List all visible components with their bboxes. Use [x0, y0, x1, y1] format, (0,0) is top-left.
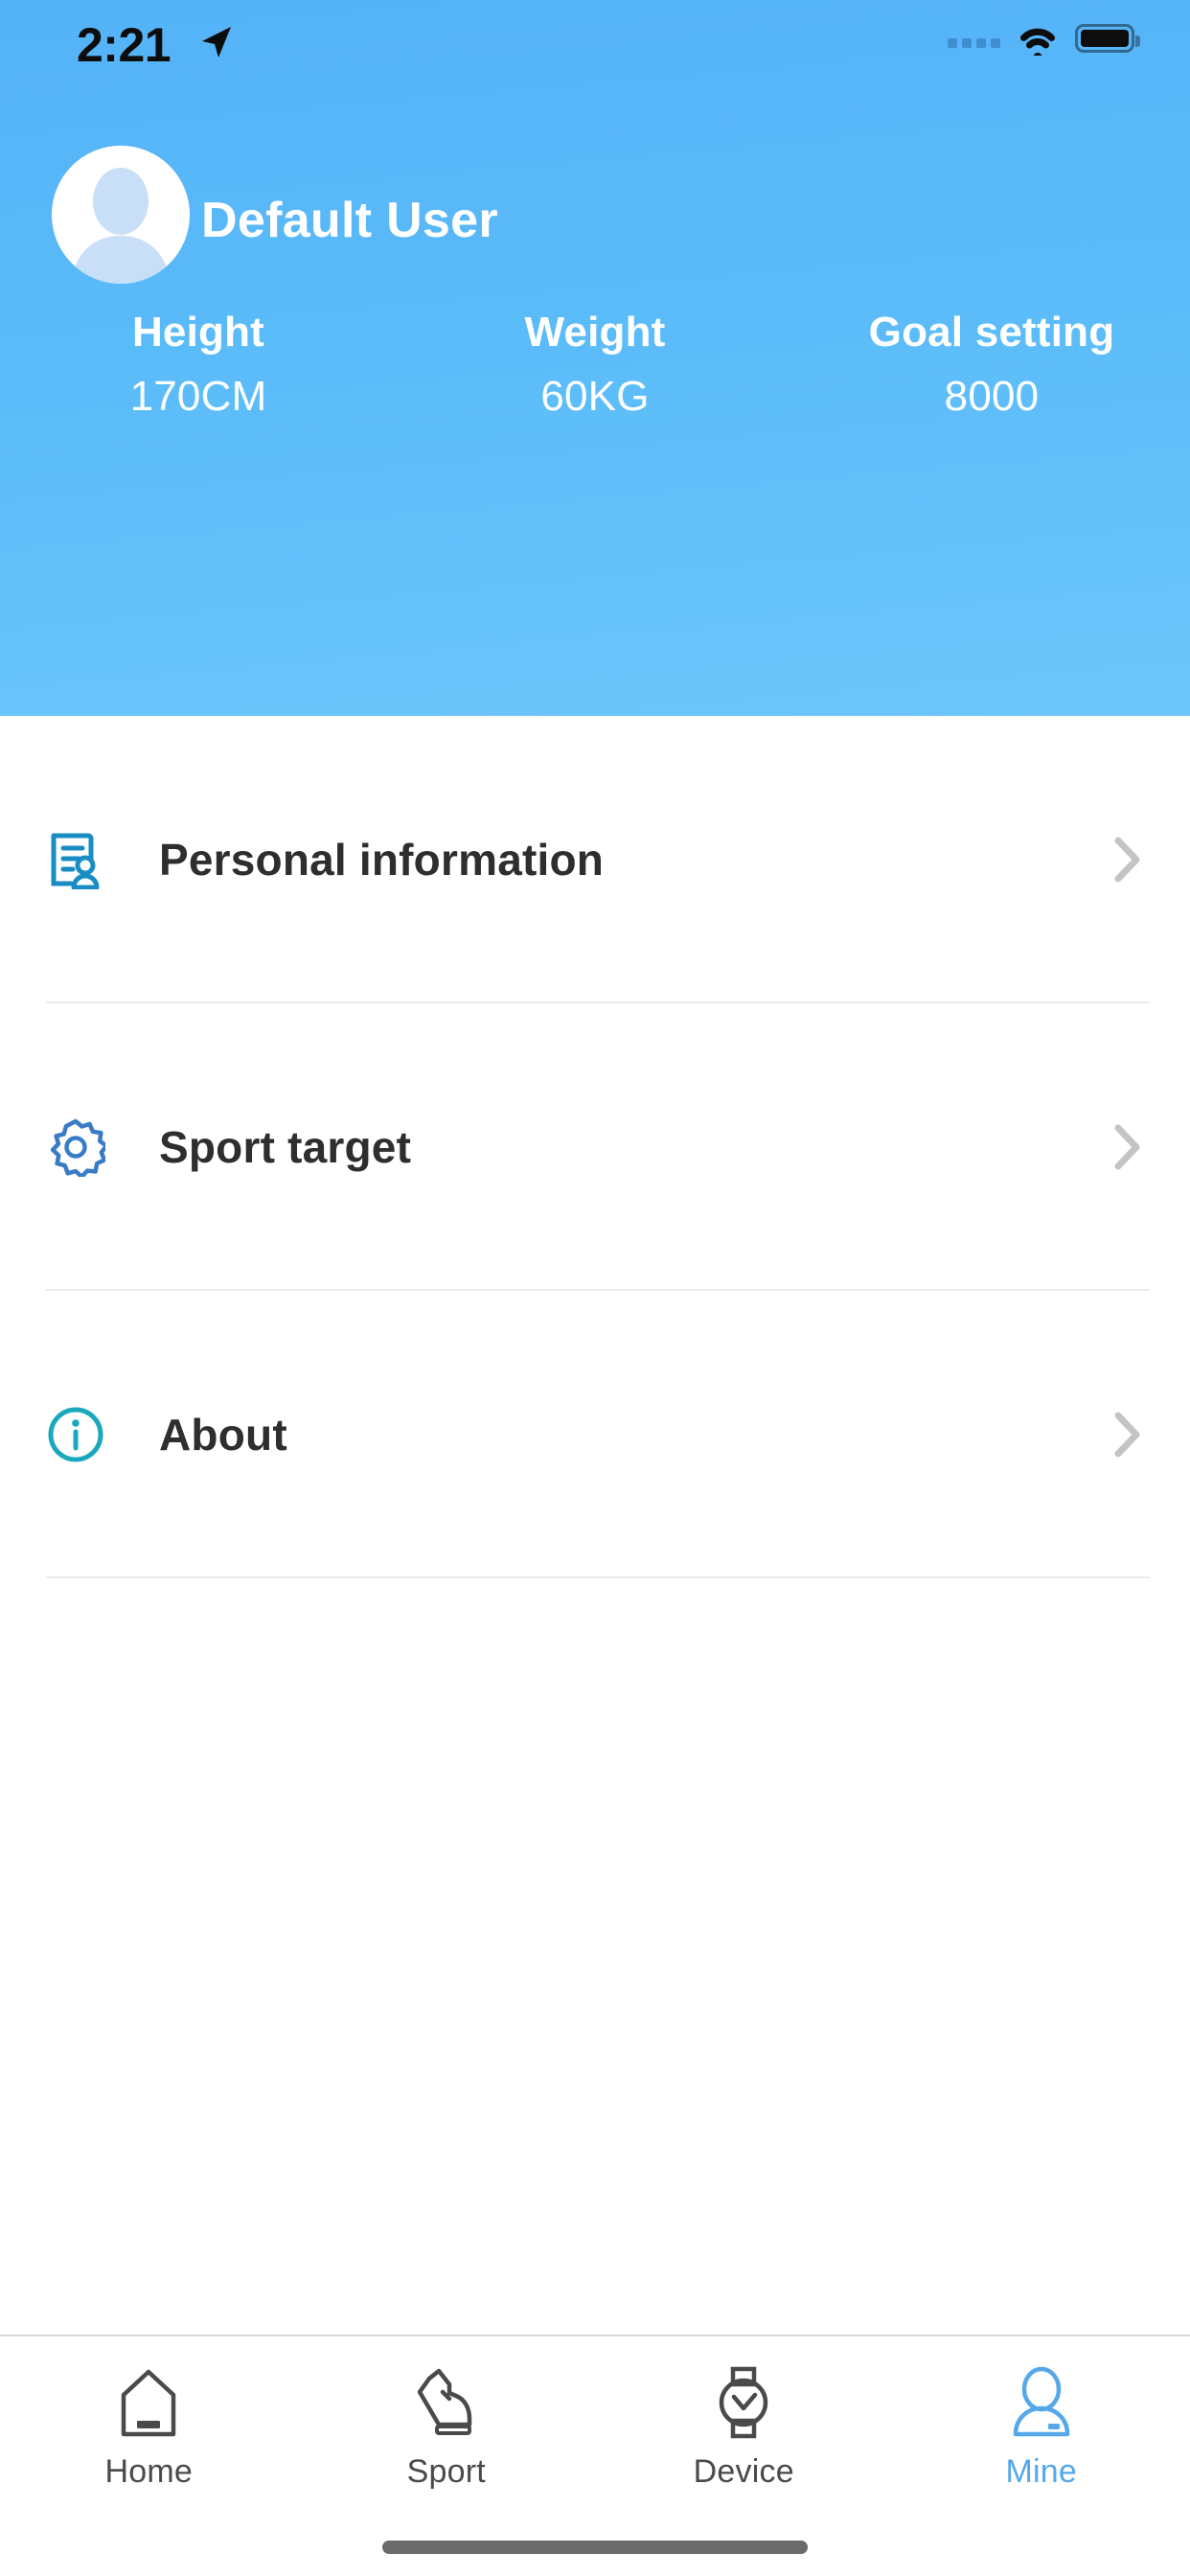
menu-item-sport-target[interactable]: Sport target: [0, 1003, 1190, 1291]
stat-label: Goal setting: [868, 309, 1115, 356]
menu-item-personal-information[interactable]: Personal information: [0, 716, 1190, 1003]
location-arrow-icon: [196, 23, 235, 61]
stat-goal-setting[interactable]: Goal setting 8000: [793, 305, 1190, 424]
gear-icon: [46, 1117, 105, 1177]
menu-item-label: Sport target: [159, 1122, 412, 1172]
menu-item-label: About: [159, 1410, 287, 1460]
status-bar-indicators: [948, 21, 1140, 61]
tab-sport[interactable]: Sport: [298, 2336, 596, 2518]
tab-label: Mine: [1005, 2453, 1077, 2490]
tab-label: Home: [104, 2453, 193, 2490]
signal-dots-icon: [948, 29, 1000, 48]
menu-item-label: Personal information: [159, 835, 605, 885]
stat-value: 8000: [944, 373, 1040, 420]
app-screen: 2:21 Default User Height 170CM Weight 60…: [0, 0, 1190, 2576]
tab-label: Sport: [406, 2453, 486, 2490]
chevron-right-icon: [1111, 1122, 1144, 1172]
watch-icon: [707, 2363, 780, 2442]
avatar[interactable]: [52, 146, 190, 284]
house-icon: [112, 2363, 185, 2442]
battery-full-icon: [1075, 24, 1140, 53]
list-divider: [46, 1576, 1150, 1578]
status-bar: 2:21: [0, 0, 1190, 86]
info-circle-icon: [46, 1405, 105, 1464]
user-name: Default User: [201, 193, 498, 248]
wifi-icon: [1016, 21, 1060, 61]
menu-item-about[interactable]: About: [0, 1291, 1190, 1578]
shoe-icon: [410, 2363, 483, 2442]
document-person-icon: [46, 830, 105, 889]
profile-stats: Height 170CM Weight 60KG Goal setting 80…: [0, 305, 1190, 424]
settings-menu: Personal information Sport target About: [0, 716, 1190, 1578]
tab-label: Device: [693, 2453, 794, 2490]
stat-weight[interactable]: Weight 60KG: [397, 305, 793, 424]
profile-header: 2:21 Default User Height 170CM Weight 60…: [0, 0, 1190, 716]
stat-value: 60KG: [540, 373, 650, 420]
chevron-right-icon: [1111, 1410, 1144, 1460]
stat-height[interactable]: Height 170CM: [0, 305, 397, 424]
stat-label: Weight: [524, 309, 666, 356]
stat-value: 170CM: [129, 373, 267, 420]
home-indicator-bar[interactable]: [382, 2541, 808, 2554]
tab-home[interactable]: Home: [0, 2336, 298, 2518]
tab-device[interactable]: Device: [595, 2336, 893, 2518]
person-icon: [1005, 2363, 1078, 2442]
bottom-tab-bar: Home Sport Device Mine: [0, 2334, 1190, 2576]
status-bar-time: 2:21: [77, 18, 172, 72]
stat-label: Height: [131, 309, 265, 356]
tab-mine[interactable]: Mine: [893, 2336, 1190, 2518]
chevron-right-icon: [1111, 835, 1144, 885]
